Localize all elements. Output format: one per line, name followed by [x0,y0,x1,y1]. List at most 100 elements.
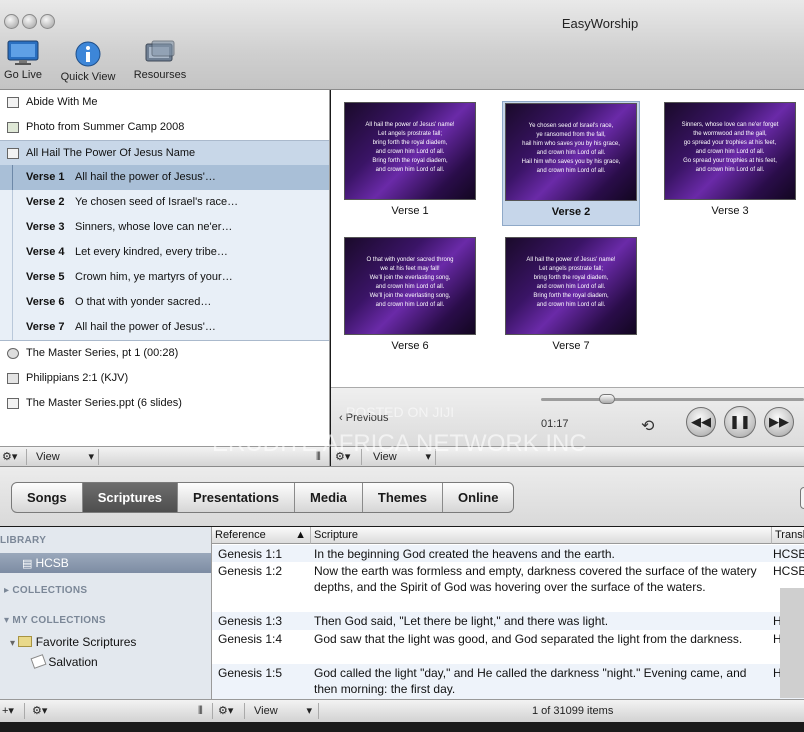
slide-thumbnail[interactable]: Sinners, whose love can ne'er forget the … [661,102,799,217]
service-item-abide-with-me[interactable]: Abide With Me [0,90,329,115]
verse-row[interactable]: Verse 5 Crown him, ye martyrs of your… [0,265,329,290]
slide-thumbnail-selected[interactable]: Ye chosen seed of Israel's race, ye ranso… [502,101,640,226]
verse-number: Verse 3 [26,221,65,233]
slide-grid-footer: ⚙▾ View ▾ [331,446,804,466]
progress-slider[interactable] [541,398,804,401]
resize-handle-icon[interactable]: ⦀ [316,449,321,465]
verse-preview: Let every kindred, every tribe… [75,246,228,258]
column-header-translation[interactable]: Transl [772,527,804,544]
view-menu-button[interactable]: View ▾ [373,449,431,465]
resources-button[interactable]: Resourses [130,40,190,81]
footer-divider [98,449,99,465]
service-item-selected-song[interactable]: All Hail The Power Of Jesus Name [0,140,329,165]
slide-thumbnail[interactable]: All hail the power of Jesus' name! Let an… [502,237,640,352]
info-icon [75,41,101,67]
gear-icon[interactable]: ⚙▾ [218,703,233,719]
scripture-icon [7,373,19,384]
zoom-window-button[interactable] [40,14,55,29]
previous-label: Previous [345,412,389,424]
verse-number: Verse 4 [26,246,65,258]
verse-row[interactable]: Verse 6 O that with yonder sacred… [0,290,329,315]
add-button[interactable]: +▾ [2,703,14,719]
tab-presentations[interactable]: Presentations [178,483,296,512]
service-item-label: Abide With Me [26,96,98,108]
service-item-photo[interactable]: Photo from Summer Camp 2008 [0,115,329,140]
verse-preview: Ye chosen seed of Israel's race… [75,196,239,208]
reference-cell: Genesis 1:4 [218,632,283,646]
table-row[interactable]: Genesis 1:2 Now the earth was formless a… [212,562,804,612]
rewind-button[interactable]: ◀◀ [686,407,716,437]
verse-preview: O that with yonder sacred… [75,296,212,308]
gear-icon[interactable]: ⚙▾ [32,703,47,719]
library-tab-band: Songs Scriptures Presentations Media The… [0,466,804,526]
service-item-master-series-ppt[interactable]: The Master Series.ppt (6 slides) [0,391,329,416]
gear-icon[interactable]: ⚙▾ [335,449,350,465]
folder-icon [18,636,33,647]
pause-button[interactable]: ❚❚ [724,406,756,438]
slide-preview: All hail the power of Jesus' name! Let an… [505,237,637,335]
verse-preview: All hail the power of Jesus'… [75,171,216,183]
tab-media[interactable]: Media [295,483,363,512]
verse-row[interactable]: Verse 1 All hail the power of Jesus'… [0,165,329,190]
go-live-button[interactable]: Go Live [2,40,44,81]
tab-themes[interactable]: Themes [363,483,444,512]
table-scrollbar[interactable] [780,588,804,698]
resize-handle-icon[interactable]: ⦀ [198,703,203,719]
verse-row[interactable]: Verse 4 Let every kindred, every tribe… [0,240,329,265]
window-title: EasyWorship [561,16,639,31]
photo-icon [7,122,19,133]
favorite-scriptures-label: Favorite Scriptures [35,635,137,649]
song-icon [7,148,19,159]
search-field-edge[interactable] [800,487,804,509]
close-window-button[interactable] [4,14,19,29]
view-menu-button[interactable]: View ▾ [36,449,94,465]
playback-controls: ‹ Previous 01:17 ⟲ ◀◀ ❚❚ ▶▶ [331,387,804,446]
verse-row[interactable]: Verse 2 Ye chosen seed of Israel's race… [0,190,329,215]
table-row[interactable]: Genesis 1:5 God called the light "day," … [212,664,804,699]
gear-icon[interactable]: ⚙▾ [2,449,17,465]
tab-online[interactable]: Online [443,483,513,512]
view-label: View [36,451,60,463]
quick-view-label: Quick View [60,71,116,83]
verse-preview: Crown him, ye martyrs of your… [75,271,233,283]
salvation-collection[interactable]: Salvation [30,654,98,669]
footer-divider [435,449,436,465]
slide-preview: Ye chosen seed of Israel's race, ye ranso… [505,103,637,201]
item-count: 1 of 31099 items [532,705,614,717]
column-header-reference[interactable]: Reference ▲ [212,527,311,544]
collections-heading[interactable]: ▸ COLLECTIONS [4,585,87,596]
tab-songs[interactable]: Songs [12,483,83,512]
library-version-item[interactable]: ▤ HCSB [22,556,69,570]
favorite-scriptures-folder[interactable]: ▾ Favorite Scriptures [10,635,136,649]
view-label: View [373,451,397,463]
progress-slider-handle[interactable] [598,394,615,404]
library-heading: LIBRARY [0,535,47,546]
scripture-cell: Now the earth was formless and empty, da… [314,564,757,594]
column-header-scripture[interactable]: Scripture [311,527,772,544]
fast-forward-button[interactable]: ▶▶ [764,407,794,437]
quick-view-button[interactable]: Quick View [56,40,120,83]
slide-thumbnail[interactable]: All hail the power of Jesus' name! Let an… [341,102,479,217]
verse-row[interactable]: Verse 7 All hail the power of Jesus'… [0,315,329,340]
minimize-window-button[interactable] [22,14,37,29]
chevron-left-icon: ‹ [339,412,346,424]
reference-cell: Genesis 1:3 [218,614,283,628]
footer-divider [318,703,319,719]
footer-divider [212,703,213,719]
service-item-philippians[interactable]: Philippians 2:1 (KJV) [0,366,329,391]
previous-button[interactable]: ‹ Previous [339,412,389,424]
my-collections-heading[interactable]: ▾ MY COLLECTIONS [4,615,106,626]
table-row[interactable]: Genesis 1:4 God saw that the light was g… [212,630,804,664]
service-item-master-series-video[interactable]: The Master Series, pt 1 (00:28) [0,341,329,366]
slide-thumbnail[interactable]: O that with yonder sacred throng we at hi… [341,237,479,352]
view-menu-button[interactable]: View ▾ [254,703,312,719]
table-row[interactable]: Genesis 1:1 In the beginning God created… [212,545,804,562]
dvd-icon [7,348,19,359]
loop-icon[interactable]: ⟲ [641,416,654,436]
bible-icon: ▤ [22,558,36,570]
verse-number: Verse 6 [26,296,65,308]
table-row[interactable]: Genesis 1:3 Then God said, "Let there be… [212,612,804,630]
verse-row[interactable]: Verse 3 Sinners, whose love can ne'er… [0,215,329,240]
tab-scriptures[interactable]: Scriptures [82,483,179,512]
pause-icon: ❚❚ [729,414,751,429]
